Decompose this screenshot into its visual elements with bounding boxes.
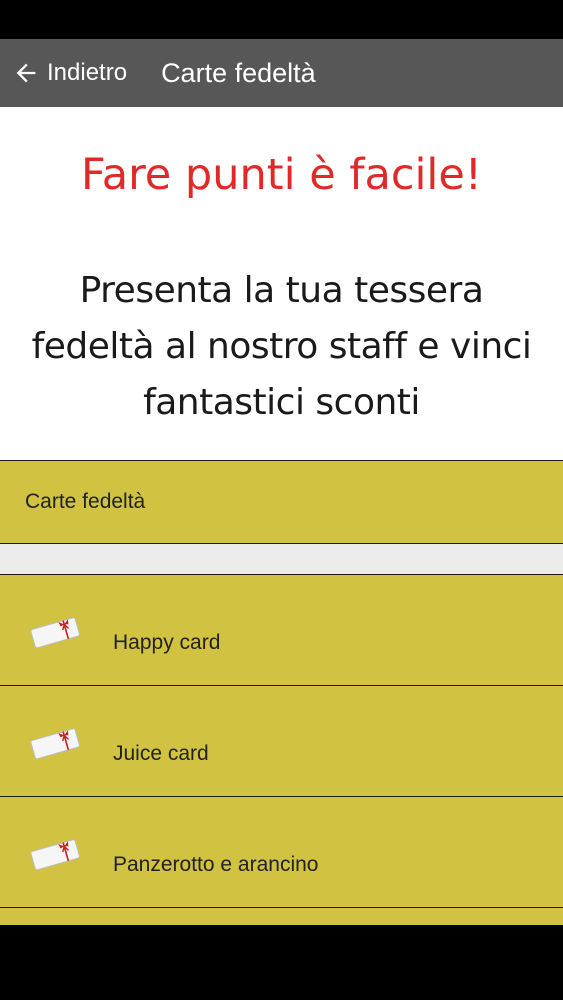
section-header: Carte fedeltà — [0, 460, 563, 544]
status-bar — [0, 0, 563, 39]
list-item-card-2[interactable]: Panzerotto e arancino — [0, 796, 563, 907]
gift-card-icon — [28, 835, 84, 873]
gift-card-icon — [28, 724, 84, 762]
section-header-label: Carte fedeltà — [25, 490, 146, 513]
back-label: Indietro — [47, 59, 128, 86]
card-label: Juice card — [113, 742, 209, 765]
gift-card-icon — [28, 613, 84, 651]
page-title: Carte fedeltà — [161, 57, 316, 88]
banner-body: Presenta la tua tessera fedeltà al nostr… — [31, 270, 532, 423]
card-list: Happy card Juice card Panzerotto e aranc… — [0, 574, 563, 925]
card-label: Happy card — [113, 631, 221, 654]
navigation-bar — [0, 925, 563, 1000]
list-item-card-1[interactable]: Juice card — [0, 685, 563, 796]
divider-gap — [0, 544, 563, 574]
arrow-left-icon — [12, 59, 40, 87]
banner-headline: Fare punti è facile! — [80, 150, 483, 200]
app-bar: Indietro Carte fedeltà — [0, 39, 563, 107]
list-item-partial[interactable] — [0, 907, 563, 925]
card-label: Panzerotto e arancino — [113, 853, 319, 876]
promo-banner: Fare punti è facile! Presenta la tua tes… — [0, 107, 563, 460]
list-item-card-0[interactable]: Happy card — [0, 574, 563, 685]
back-button[interactable]: Indietro — [0, 39, 127, 107]
